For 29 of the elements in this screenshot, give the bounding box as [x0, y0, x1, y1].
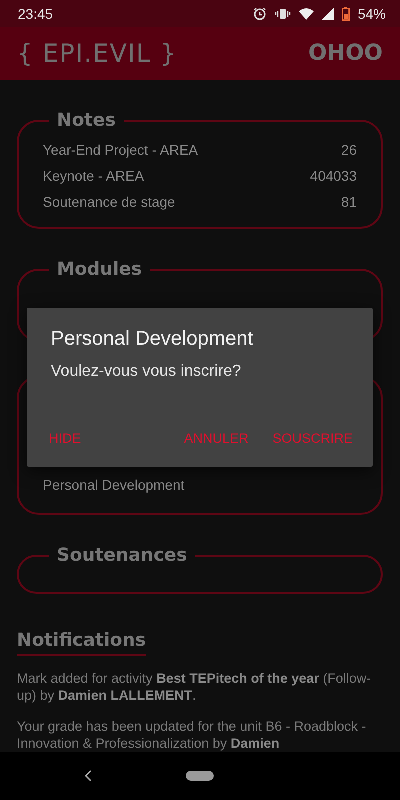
user-name[interactable]: OHOO — [308, 41, 383, 66]
dialog-button[interactable]: ANNULER — [176, 425, 257, 452]
item-value: 26 — [341, 142, 357, 158]
status-time: 23:45 — [18, 6, 54, 22]
item-label: Year-End Project - AREA — [43, 142, 198, 158]
section-title: Soutenances — [56, 546, 188, 566]
item-value: 81 — [341, 194, 357, 210]
section-title: Modules — [56, 260, 144, 280]
alarm-icon — [252, 6, 267, 20]
vibrate-icon — [274, 8, 291, 20]
item-value: 404033 — [310, 168, 357, 184]
section-title: Notifications — [17, 630, 146, 656]
dialog-button[interactable]: SOUSCRIRE — [264, 425, 361, 452]
home-button[interactable] — [186, 771, 214, 781]
dialog-message: Voulez-vous vous inscrire? — [51, 363, 242, 381]
item-label: Soutenance de stage — [43, 194, 176, 210]
notification-text: Your grade has been updated for the unit B6 - Roadblock - Innovation & Professionalization by Damien — [17, 718, 368, 752]
battery-icon — [342, 6, 350, 20]
battery-level: 54% — [358, 6, 386, 22]
dialog-title: Personal Development — [51, 328, 254, 351]
signal-icon — [322, 8, 334, 20]
section-title: Notes — [56, 111, 117, 131]
notification-text: Mark added for activity Best TEPitech of the year (Follow-up) by Damien LALLEMENT. — [17, 670, 372, 704]
item-label: Personal Development — [43, 476, 185, 493]
wifi-icon — [298, 8, 314, 20]
dialog-button[interactable]: HIDE — [41, 425, 90, 452]
app-logo: { EPI.EVIL } — [17, 39, 178, 68]
back-icon[interactable] — [85, 770, 92, 782]
item-label: Keynote - AREA — [43, 168, 144, 184]
